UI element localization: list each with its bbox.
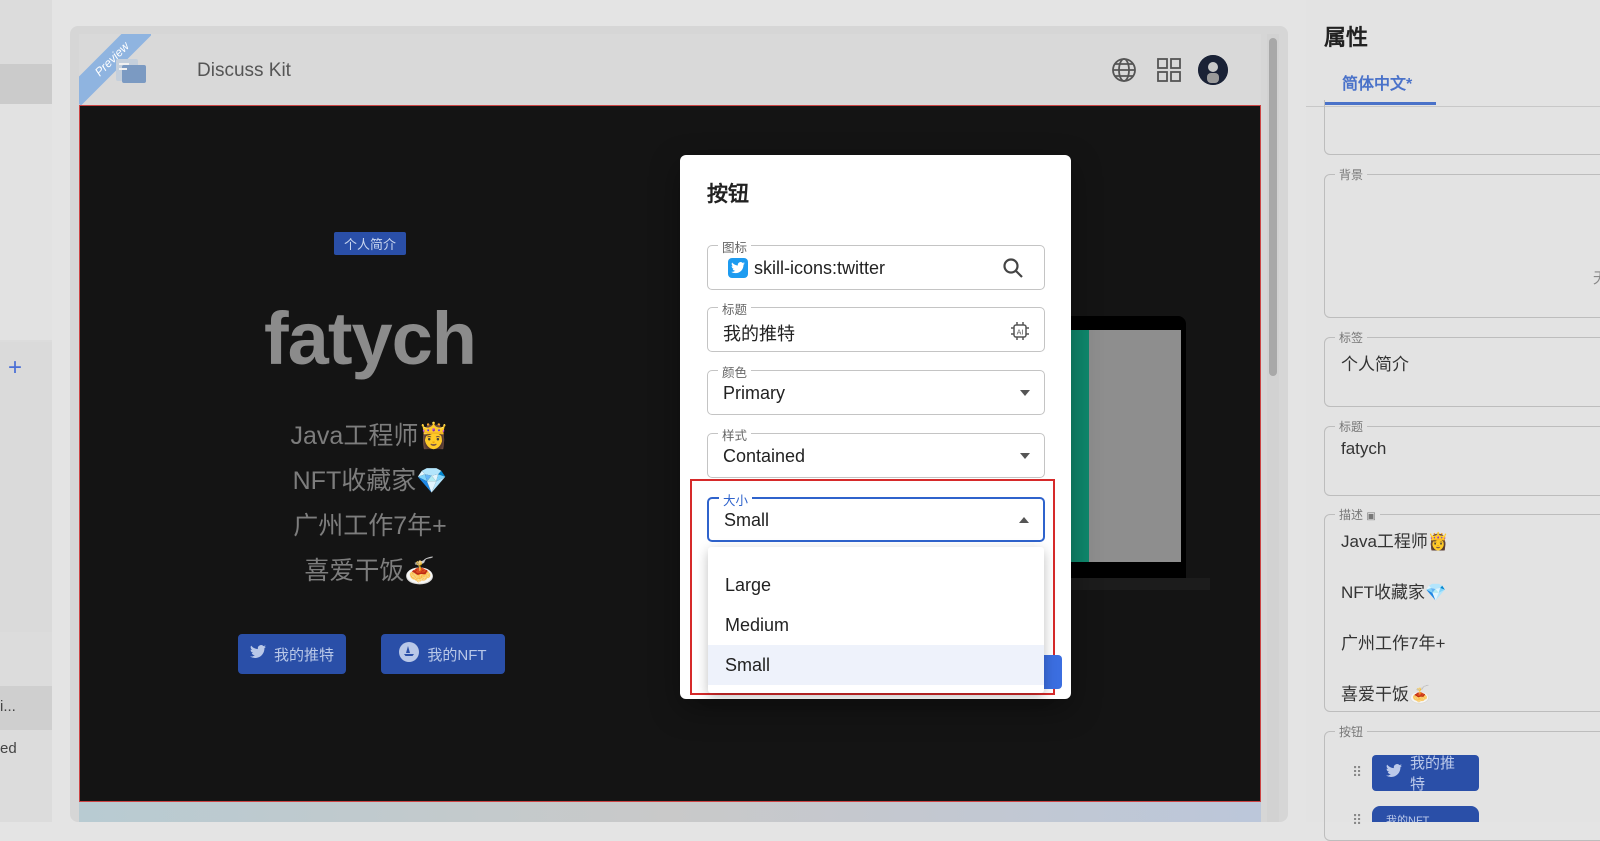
drag-handle-icon[interactable]: ⠿ — [1352, 764, 1362, 781]
left-sidebar-section-2 — [0, 342, 52, 632]
size-option-large[interactable]: Large — [708, 565, 1044, 605]
twitter-link-button[interactable]: 我的推特 — [238, 634, 346, 674]
twitter-icon — [1386, 764, 1402, 782]
icon-field-value[interactable]: skill-icons:twitter — [754, 258, 885, 279]
dialog-title: 按钮 — [707, 183, 749, 206]
size-select[interactable]: 大小 Small — [707, 490, 1045, 542]
tag-label: 标签 — [1335, 329, 1368, 346]
ai-chip-icon[interactable]: AI — [1010, 321, 1030, 346]
tab-simplified-chinese[interactable]: 简体中文* — [1342, 70, 1412, 94]
profile-desc-line: Java工程师👸 — [290, 422, 450, 450]
left-sidebar-section — [0, 104, 52, 340]
laptop-screen — [1071, 330, 1089, 562]
avatar[interactable] — [1198, 55, 1228, 85]
profile-tag: 个人简介 — [334, 232, 407, 255]
profile-name: fatych — [264, 297, 477, 380]
variant-select-value: Contained — [723, 446, 806, 466]
variant-select[interactable]: 样式 Contained — [707, 425, 1045, 478]
app-logo-icon[interactable] — [114, 55, 148, 85]
buttons-label: 按钮 — [1335, 723, 1368, 740]
add-icon[interactable]: + — [8, 356, 22, 380]
tag-value[interactable]: 个人简介 — [1341, 350, 1409, 375]
twitter-link-label: 我的推特 — [273, 646, 334, 664]
properties-title: 属性 — [1324, 25, 1369, 50]
left-sidebar-item[interactable]: i... — [0, 698, 36, 715]
background-label: 背景 — [1335, 166, 1368, 183]
title-label: 标题 — [1335, 418, 1368, 435]
color-select-value: Primary — [723, 383, 785, 403]
title-field[interactable]: 标题 fatych — [1324, 418, 1600, 496]
background-field[interactable]: 背景 无 — [1324, 166, 1600, 318]
description-line[interactable]: 广州工作7年+ — [1341, 629, 1445, 654]
search-icon[interactable] — [1002, 257, 1024, 284]
panel-twitter-label: 我的推特 — [1410, 755, 1456, 793]
title-value[interactable]: fatych — [1341, 439, 1386, 459]
twitter-icon — [728, 258, 748, 278]
description-line[interactable]: Java工程师👸 — [1341, 527, 1449, 552]
preview-footer-strip — [79, 802, 1261, 822]
title-field-value[interactable]: 我的推特 — [723, 320, 795, 346]
description-label: 描述 ▣ — [1335, 506, 1380, 523]
description-field[interactable]: 描述 ▣ Java工程师👸 NFT收藏家💎 广州工作7年+ 喜爱干饭🍝 — [1324, 506, 1600, 712]
color-select-label: 颜色 — [718, 362, 752, 381]
panel-nft-button[interactable]: 我的NFT — [1372, 806, 1479, 822]
confirm-button[interactable] — [1044, 655, 1062, 689]
chevron-up-icon[interactable] — [1019, 517, 1029, 523]
title-field[interactable]: 标题 我的推特 AI — [707, 299, 1045, 352]
profile-desc-line: 喜爱干饭🍝 — [304, 557, 436, 585]
panel-twitter-button[interactable]: 我的推特 — [1372, 755, 1479, 793]
chevron-down-icon[interactable] — [1020, 453, 1030, 459]
size-select-label: 大小 — [719, 490, 753, 509]
panel-field-previous[interactable] — [1324, 100, 1600, 155]
size-option-medium[interactable]: Medium — [708, 605, 1044, 645]
tag-field[interactable]: 标签 个人简介 — [1324, 329, 1600, 407]
icon-field-label: 图标 — [718, 237, 752, 256]
app-title: Discuss Kit — [197, 60, 291, 81]
icon-field[interactable]: 图标 skill-icons:twitter — [707, 237, 1045, 290]
size-options-menu: Large Medium Small — [708, 547, 1044, 693]
globe-icon[interactable] — [1110, 56, 1138, 84]
left-sidebar: + i... ed — [0, 0, 52, 822]
color-select[interactable]: 颜色 Primary — [707, 362, 1045, 415]
description-line[interactable]: NFT收藏家💎 — [1341, 578, 1446, 603]
profile-desc-line: 广州工作7年+ — [293, 512, 447, 540]
nft-link-label: 我的NFT — [427, 646, 487, 664]
title-field-label: 标题 — [718, 299, 752, 318]
nft-link-button[interactable]: 我的NFT — [381, 634, 505, 674]
variant-select-label: 样式 — [718, 425, 752, 444]
drag-handle-icon[interactable]: ⠿ — [1352, 812, 1362, 829]
left-sidebar-item[interactable]: ed — [0, 740, 36, 757]
description-line[interactable]: 喜爱干饭🍝 — [1341, 680, 1430, 705]
apps-grid-icon[interactable] — [1156, 57, 1182, 83]
panel-nft-label: 我的NFT — [1386, 815, 1430, 822]
size-select-value: Small — [724, 510, 770, 530]
preview-scrollbar-thumb[interactable] — [1269, 38, 1277, 376]
size-option-small[interactable]: Small — [708, 645, 1044, 685]
svg-text:AI: AI — [1017, 329, 1024, 337]
profile-desc-line: NFT收藏家💎 — [292, 467, 448, 495]
opensea-icon — [399, 642, 420, 666]
laptop-screen-content — [1089, 330, 1181, 562]
background-value: 无 — [1593, 267, 1600, 288]
chevron-down-icon[interactable] — [1020, 390, 1030, 396]
image-icon: ▣ — [1366, 511, 1376, 522]
left-sidebar-active-band — [0, 64, 52, 104]
twitter-icon — [249, 645, 266, 663]
